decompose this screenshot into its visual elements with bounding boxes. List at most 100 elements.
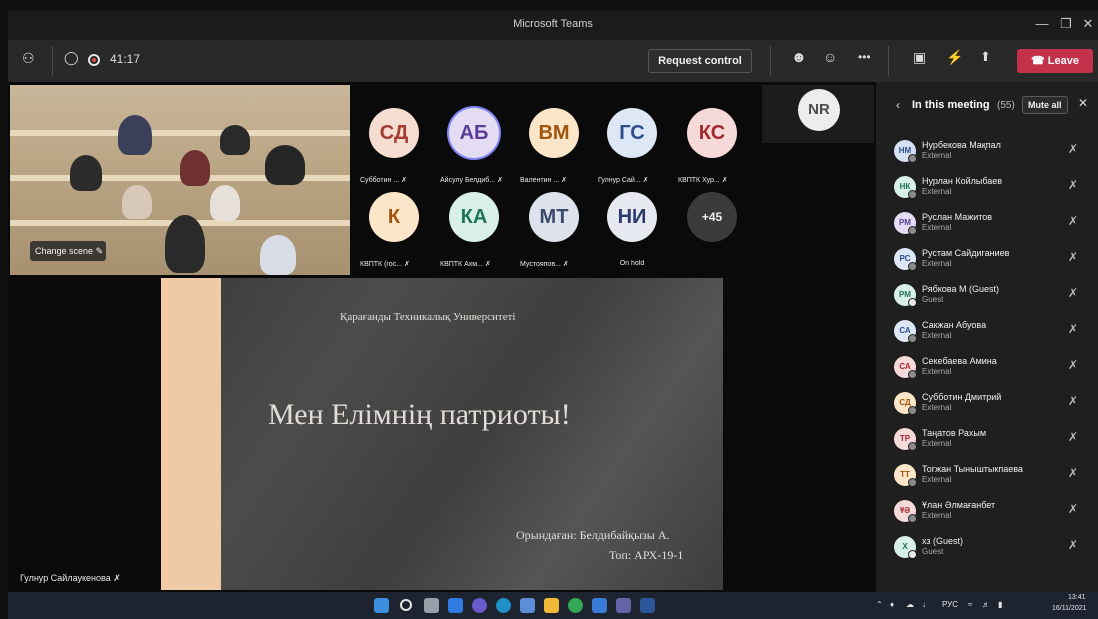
participant-tile[interactable]: ГС Гулнур Сай... ✗ (598, 102, 676, 190)
camera-off-icon[interactable]: ▣ (913, 49, 926, 66)
tile-name: КВПТК (гос... (360, 261, 403, 268)
cloud-icon[interactable]: ☁ (906, 600, 914, 609)
volume-icon[interactable]: ♬ (982, 600, 990, 609)
attendee-figure (220, 125, 250, 155)
tile-label: Айсулу Белдиб... ✗ (440, 176, 524, 184)
participant-role: External (922, 259, 952, 268)
file-explorer-icon[interactable] (544, 598, 559, 613)
participant-row[interactable]: РС Рустам Сайдиганиев External ✗ (876, 242, 1098, 276)
shared-slide (161, 278, 723, 590)
participant-name: Сакжан Абуова (922, 320, 987, 330)
download-icon[interactable]: ↓ (922, 600, 926, 609)
tray-app-icon[interactable]: ♦ (890, 600, 894, 609)
battery-icon[interactable]: ▮ (998, 600, 1002, 609)
attendee-figure (118, 115, 152, 155)
change-scene-button[interactable]: Change scene ✎ (30, 241, 106, 261)
participant-row[interactable]: Ххз (Guest) Guest ✗ (876, 530, 1098, 564)
slide-university: Қарағанды Техникалық Университеті (340, 311, 516, 323)
photos-icon[interactable] (592, 598, 607, 613)
input-language[interactable]: РУС (942, 600, 958, 609)
mic-off-icon[interactable]: ✗ (1068, 430, 1078, 444)
teams-icon[interactable] (616, 598, 631, 613)
participant-tile[interactable]: КА КВПТК Ахм... ✗ (440, 186, 518, 274)
start-icon[interactable] (374, 598, 389, 613)
chevron-up-icon[interactable]: ⌃ (876, 600, 883, 609)
participant-tile-nr[interactable]: NR (762, 85, 874, 143)
mic-off-icon[interactable]: ✗ (1068, 214, 1078, 228)
search-icon[interactable] (400, 599, 412, 611)
presence-badge (908, 154, 917, 163)
mic-off-icon[interactable]: ✗ (1068, 394, 1078, 408)
store-icon[interactable] (520, 598, 535, 613)
share-screen-icon[interactable]: ⬆ (980, 49, 991, 65)
chevron-left-icon[interactable]: ‹ (896, 98, 900, 112)
wifi-icon[interactable]: ≈ (968, 600, 972, 609)
mic-off-icon[interactable]: ✗ (1068, 142, 1078, 156)
mic-off-icon[interactable]: ✗ (1068, 322, 1078, 336)
participant-row[interactable]: ТР Таңатов Рахым External ✗ (876, 422, 1098, 456)
mic-off-icon[interactable]: ✗ (1068, 286, 1078, 300)
tile-name: Мустояпов... (520, 261, 561, 268)
participant-tile[interactable]: К КВПТК (гос... ✗ (360, 186, 438, 274)
mute-all-button[interactable]: Mute all (1022, 96, 1068, 114)
tile-name: Валентин ... (520, 177, 560, 184)
clock-time[interactable]: 13:41 (1068, 594, 1086, 601)
widgets-icon[interactable] (448, 598, 463, 613)
participant-name: Нурбекова Мақпал (922, 140, 1001, 150)
close-panel-icon[interactable]: ✕ (1078, 96, 1088, 110)
mic-off-icon[interactable]: ✗ (1068, 358, 1078, 372)
tile-label: Мустояпов... ✗ (520, 260, 604, 268)
close-icon[interactable]: ✕ (1078, 16, 1098, 32)
presence-badge (908, 442, 917, 451)
tile-name: Гулнур Сай... (598, 177, 641, 184)
participant-tile[interactable]: +45 (678, 186, 756, 274)
people-group-icon[interactable]: ⚇ (22, 50, 35, 67)
participant-row[interactable]: РМ Руслан Мажитов External ✗ (876, 206, 1098, 240)
chrome-icon[interactable] (568, 598, 583, 613)
task-view-icon[interactable] (424, 598, 439, 613)
mic-off-icon[interactable]: ✗ (1068, 502, 1078, 516)
participant-row[interactable]: СД Субботин Дмитрий External ✗ (876, 386, 1098, 420)
participant-row[interactable]: ҰӘ Ұлан Әлмағанбет External ✗ (876, 494, 1098, 528)
participant-row[interactable]: СА Секебаева Амина External ✗ (876, 350, 1098, 384)
title-bar: Microsoft Teams — ❐ ✕ (8, 10, 1098, 40)
maximize-icon[interactable]: ❐ (1056, 16, 1076, 32)
participant-tile[interactable]: АБ Айсулу Белдиб... ✗ (440, 102, 518, 190)
request-control-button[interactable]: Request control (648, 49, 752, 73)
participant-tile[interactable]: МТ Мустояпов... ✗ (520, 186, 598, 274)
participant-tile[interactable]: СД Субботин ... ✗ (360, 102, 438, 190)
clock-date[interactable]: 16/11/2021 (1052, 605, 1087, 612)
avatar: ГС (607, 108, 657, 158)
reactions-icon[interactable]: ☺ (823, 49, 837, 65)
participant-tile[interactable]: НИ On hold (598, 186, 676, 274)
mic-off-icon[interactable]: ✗ (1068, 178, 1078, 192)
avatar: КС (687, 108, 737, 158)
edge-icon[interactable] (496, 598, 511, 613)
participant-row[interactable]: НМ Нурбекова Мақпал External ✗ (876, 134, 1098, 168)
shield-icon[interactable]: ◯ (64, 50, 79, 66)
participant-tile[interactable]: ВМ Валентин ... ✗ (520, 102, 598, 190)
toolbar-divider (52, 46, 53, 76)
mic-off-icon[interactable]: ⚡ (946, 49, 963, 66)
leave-button[interactable]: ☎ Leave (1017, 49, 1093, 73)
participants-icon[interactable]: ☻ (791, 49, 807, 66)
chat-icon[interactable] (472, 598, 487, 613)
avatar: +45 (687, 192, 737, 242)
phone-hangup-icon: ☎ (1031, 55, 1048, 67)
mic-off-icon[interactable]: ✗ (1068, 250, 1078, 264)
participant-row[interactable]: СА Сакжан Абуова External ✗ (876, 314, 1098, 348)
minimize-icon[interactable]: — (1032, 16, 1052, 31)
participant-name: Нурлан Койлыбаев (922, 176, 1003, 186)
slide-author: Орындаған: Белдибайқызы А. (516, 528, 670, 542)
pencil-icon: ✎ (95, 246, 104, 256)
participant-row[interactable]: ТТ Тогжан Тыныштыкпаева External ✗ (876, 458, 1098, 492)
mic-off-icon[interactable]: ✗ (1068, 538, 1078, 552)
participant-row[interactable]: НК Нурлан Койлыбаев External ✗ (876, 170, 1098, 204)
word-icon[interactable] (640, 598, 655, 613)
more-options-icon[interactable]: ••• (858, 50, 871, 64)
participant-tile[interactable]: КС КВПТК Хур... ✗ (678, 102, 756, 190)
participant-row[interactable]: РМ Рябкова М (Guest) Guest ✗ (876, 278, 1098, 312)
mic-off-icon[interactable]: ✗ (1068, 466, 1078, 480)
tile-label: Субботин ... ✗ (360, 176, 444, 184)
avatar: МТ (529, 192, 579, 242)
